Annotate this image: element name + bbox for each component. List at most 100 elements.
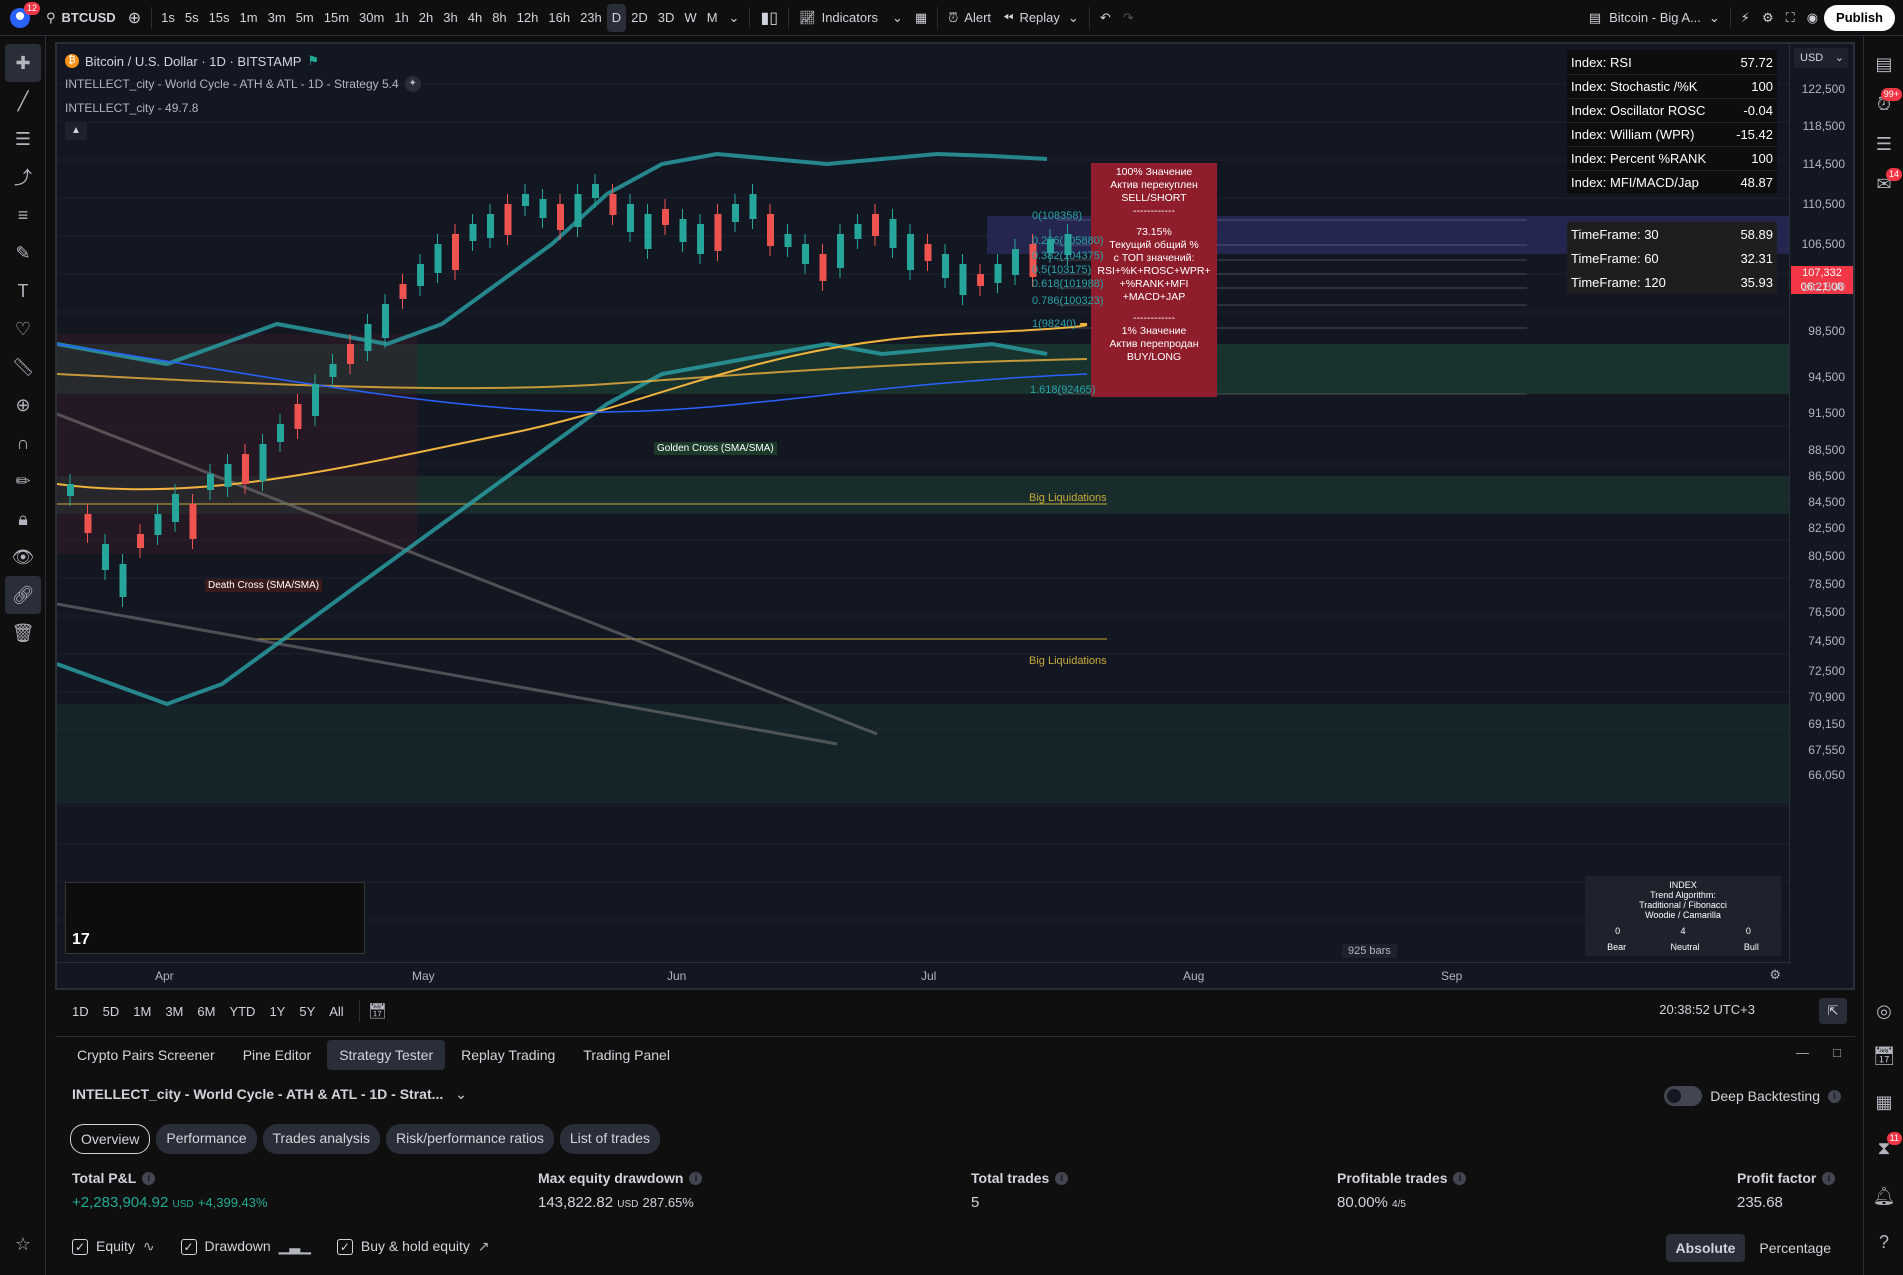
- range-3m[interactable]: 3M: [158, 1004, 190, 1019]
- alert-button[interactable]: ⏰︎ Alert: [942, 0, 997, 36]
- snapshot-button[interactable]: ◉: [1801, 0, 1824, 36]
- brush-tool[interactable]: ✎: [0, 234, 46, 272]
- quick-search-button[interactable]: ⚡︎: [1735, 0, 1756, 36]
- maximize-panel-icon[interactable]: □: [1833, 1045, 1841, 1060]
- panel-tab-replay-trading[interactable]: Replay Trading: [449, 1040, 567, 1070]
- zoom-tool[interactable]: ⊕: [0, 386, 46, 424]
- strategy-selector[interactable]: INTELLECT_city - World Cycle - ATH & ATL…: [72, 1086, 467, 1103]
- timeframe-1m[interactable]: 1m: [235, 10, 263, 25]
- timeframe-2d[interactable]: 2D: [626, 10, 653, 25]
- timeframe-4h[interactable]: 4h: [463, 10, 487, 25]
- sub-tab-performance[interactable]: Performance: [156, 1124, 257, 1154]
- chat-button[interactable]: ✉ 14: [1864, 164, 1903, 204]
- replay-button[interactable]: ⏪︎ Replay ⌄: [997, 0, 1085, 36]
- sub-tab-trades-analysis[interactable]: Trades analysis: [262, 1124, 381, 1154]
- pattern-tool[interactable]: ⤴: [0, 158, 46, 196]
- favorites-tool[interactable]: ♡: [0, 310, 46, 348]
- panel-tab-crypto-pairs-screener[interactable]: Crypto Pairs Screener: [65, 1040, 227, 1070]
- info-icon[interactable]: i: [1822, 1171, 1836, 1185]
- profile-avatar[interactable]: 12: [0, 0, 40, 36]
- remove-tool[interactable]: 🗑︎: [0, 614, 46, 652]
- price-scale[interactable]: USD ⌄ 107,332 06:21:08 122,500 118,500 114…: [1789, 44, 1853, 964]
- timeframe-2h[interactable]: 2h: [414, 10, 438, 25]
- timeframe-16h[interactable]: 16h: [543, 10, 575, 25]
- timeframe-w[interactable]: W: [679, 10, 701, 25]
- collapse-legend-button[interactable]: ▲: [65, 120, 421, 142]
- equity-checkbox[interactable]: ✓ Equity ∿: [72, 1238, 155, 1255]
- apps-button[interactable]: ▦: [1864, 1082, 1903, 1122]
- redo-button[interactable]: ↷: [1117, 0, 1140, 36]
- timeframe-15s[interactable]: 15s: [204, 10, 235, 25]
- forecast-tool[interactable]: ≡: [0, 196, 46, 234]
- alerts-button[interactable]: ⏰︎ 99+: [1864, 84, 1903, 124]
- hide-tool[interactable]: 👁︎: [0, 538, 46, 576]
- lock-tool[interactable]: 🔒︎: [0, 500, 46, 538]
- percentage-mode-button[interactable]: Percentage: [1749, 1234, 1841, 1262]
- panel-tab-pine-editor[interactable]: Pine Editor: [231, 1040, 323, 1070]
- maximize-panel-button[interactable]: ⇱: [1819, 998, 1847, 1024]
- templates-button[interactable]: ▦: [909, 0, 933, 36]
- settings-icon[interactable]: ⚙: [1769, 967, 1781, 983]
- time-axis[interactable]: ⚙ Apr May Jun Jul Aug Sep: [57, 962, 1791, 988]
- timeframe-15m[interactable]: 15m: [319, 10, 354, 25]
- range-1d[interactable]: 1D: [65, 1004, 96, 1019]
- info-icon[interactable]: i: [1453, 1171, 1467, 1185]
- draw-mode-tool[interactable]: ✏︎: [0, 462, 46, 500]
- horizontal-lines-tool[interactable]: ☰: [0, 120, 46, 158]
- range-5d[interactable]: 5D: [96, 1004, 127, 1019]
- text-tool[interactable]: T: [0, 272, 46, 310]
- price-chart[interactable]: [57, 44, 1791, 964]
- object-tree-button[interactable]: ☰: [1864, 124, 1903, 164]
- trendline-tool[interactable]: ╱: [0, 82, 46, 120]
- watchlist-star[interactable]: ☆: [0, 1225, 46, 1263]
- timeframe-3h[interactable]: 3h: [438, 10, 462, 25]
- range-1y[interactable]: 1Y: [262, 1004, 292, 1019]
- info-icon[interactable]: i: [689, 1171, 703, 1185]
- timeframe-5m[interactable]: 5m: [291, 10, 319, 25]
- timeframe-dropdown[interactable]: ⌄: [723, 0, 746, 36]
- timeframe-3d[interactable]: 3D: [653, 10, 680, 25]
- range-all[interactable]: All: [322, 1004, 350, 1019]
- timeframe-1h[interactable]: 1h: [389, 10, 413, 25]
- panel-tab-strategy-tester[interactable]: Strategy Tester: [327, 1039, 446, 1070]
- sub-tab-risk-performance-ratios[interactable]: Risk/performance ratios: [386, 1124, 554, 1154]
- indicators-button[interactable]: 📈︎ Indicators ⌄: [793, 0, 909, 36]
- range-6m[interactable]: 6M: [190, 1004, 222, 1019]
- timeframe-3m[interactable]: 3m: [263, 10, 291, 25]
- timeframe-d[interactable]: D: [606, 3, 627, 32]
- compare-symbol-button[interactable]: ⊕: [122, 0, 147, 36]
- drawdown-checkbox[interactable]: ✓ Drawdown ▁▃▁: [180, 1238, 311, 1255]
- buy-hold-checkbox[interactable]: ✓ Buy & hold equity ↗: [336, 1238, 489, 1255]
- timeframe-8h[interactable]: 8h: [487, 10, 511, 25]
- watchlist-button[interactable]: ▤: [1864, 44, 1903, 84]
- undo-button[interactable]: ↶: [1094, 0, 1117, 36]
- sub-tab-overview[interactable]: Overview: [70, 1124, 151, 1154]
- strategy-legend[interactable]: INTELLECT_city - World Cycle - ATH & ATL…: [65, 72, 421, 96]
- chart-type-button[interactable]: ▮▯: [754, 0, 784, 36]
- info-icon[interactable]: i: [1828, 1089, 1841, 1103]
- calendar-button[interactable]: 📅︎: [1864, 1036, 1903, 1076]
- sync-tool[interactable]: 🔗︎: [5, 576, 41, 614]
- currency-selector[interactable]: USD ⌄: [1794, 48, 1848, 68]
- date-range-calendar-icon[interactable]: 📅︎: [368, 1002, 387, 1020]
- signals-button[interactable]: ⧗ 11: [1864, 1128, 1903, 1168]
- settings-button[interactable]: ⚙: [1756, 0, 1780, 36]
- measure-tool[interactable]: 📏︎: [0, 348, 46, 386]
- magnet-tool[interactable]: ∩: [0, 424, 46, 462]
- minimize-panel-icon[interactable]: —: [1796, 1045, 1809, 1060]
- toggle-switch[interactable]: [1664, 1086, 1703, 1106]
- timeframe-23h[interactable]: 23h: [575, 10, 607, 25]
- ideas-button[interactable]: ◎: [1864, 991, 1903, 1031]
- publish-button[interactable]: Publish: [1824, 4, 1895, 31]
- absolute-mode-button[interactable]: Absolute: [1665, 1234, 1746, 1262]
- symbol-search[interactable]: ⚲ BTCUSD: [40, 0, 122, 36]
- notifications-button[interactable]: 🔔︎: [1864, 1176, 1903, 1216]
- timeframe-5s[interactable]: 5s: [180, 10, 204, 25]
- timeframe-12h[interactable]: 12h: [512, 10, 544, 25]
- fullscreen-button[interactable]: ⛶: [1780, 0, 1801, 36]
- layout-button[interactable]: ▤ Bitcoin - Big A... ⌄: [1583, 0, 1726, 36]
- chart-area[interactable]: ₿ Bitcoin / U.S. Dollar · 1D · BITSTAMP …: [55, 42, 1855, 990]
- crosshair-tool[interactable]: ✚: [5, 44, 41, 82]
- indicator-legend[interactable]: INTELLECT_city - 49.7.8: [65, 96, 421, 120]
- range-5y[interactable]: 5Y: [292, 1004, 322, 1019]
